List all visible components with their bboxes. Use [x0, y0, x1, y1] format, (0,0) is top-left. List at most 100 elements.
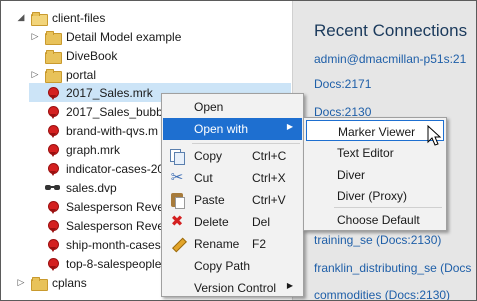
tree-item-label: graph.mrk: [66, 142, 121, 157]
tree-item-label: 2017_Sales.mrk: [66, 85, 153, 100]
submenu-item-text-editor[interactable]: Text Editor: [306, 142, 444, 163]
paste-icon: [169, 192, 185, 209]
submenu-item-label: Text Editor: [337, 146, 394, 160]
delete-icon: ✖: [170, 213, 184, 230]
tree-file[interactable]: Salesperson Reven: [29, 197, 171, 216]
menu-item-copy[interactable]: Copy Ctrl+C: [163, 145, 302, 167]
tree-item-label: sales.dvp: [66, 180, 117, 195]
menu-shortcut: Ctrl+X: [252, 171, 286, 185]
mouse-cursor-icon: [427, 125, 442, 146]
tree-item-label: ship-month-cases: [66, 237, 161, 252]
submenu-item-label: Diver: [337, 168, 366, 182]
glasses-icon: [45, 181, 61, 195]
tree-item-label: portal: [66, 67, 97, 82]
submenu-item-choose-default[interactable]: Choose Default: [306, 209, 444, 230]
submenu-item-diver-proxy[interactable]: Diver (Proxy): [306, 185, 444, 206]
tree-file[interactable]: graph.mrk: [29, 140, 120, 159]
expand-arrow-icon[interactable]: ◢: [15, 12, 27, 23]
tree-file[interactable]: Salesperson Reven: [29, 216, 171, 235]
menu-item-label: Copy: [194, 149, 223, 163]
menu-item-label: Paste: [194, 193, 225, 207]
submenu-arrow-icon: ▶: [286, 281, 293, 290]
folder-icon: [45, 30, 62, 45]
tree-item-label: Salesperson Reven: [66, 218, 171, 233]
submenu-item-label: Choose Default: [337, 213, 420, 227]
tree-folder-detail-model[interactable]: ▷ Detail Model example: [29, 27, 181, 46]
context-menu: Open Open with ▶ Copy Ctrl+C ✂ Cut Ctrl+…: [161, 93, 304, 297]
folder-icon: [45, 68, 62, 83]
menu-item-open[interactable]: Open: [163, 96, 302, 118]
menu-item-label: Open: [194, 100, 224, 114]
tree-item-label: Detail Model example: [66, 29, 182, 44]
menu-shortcut: Ctrl+V: [252, 193, 286, 207]
menu-shortcut: Ctrl+C: [252, 149, 287, 163]
tree-item-label: Salesperson Reven: [66, 199, 171, 214]
menu-item-open-with[interactable]: Open with ▶: [163, 118, 302, 140]
marker-file-icon: [45, 219, 61, 233]
tree-folder-client-files[interactable]: ◢ client-files: [15, 8, 105, 27]
tree-item-label: brand-with-qvs.m: [66, 123, 159, 138]
recent-connection-link[interactable]: commodities (Docs:2130): [314, 288, 450, 300]
tree-file[interactable]: top-8-salespeople: [29, 254, 161, 273]
tree-file[interactable]: brand-with-qvs.m: [29, 121, 158, 140]
tree-folder-portal[interactable]: ▷ portal: [29, 65, 96, 84]
tree-file[interactable]: indicator-cases-20: [29, 159, 164, 178]
menu-shortcut: Del: [252, 215, 271, 229]
menu-item-label: Open with: [194, 122, 249, 136]
recent-connection-link[interactable]: Docs:2171: [314, 77, 371, 91]
expand-arrow-icon[interactable]: ▷: [29, 69, 41, 80]
tree-item-label: cplans: [52, 275, 87, 290]
submenu-item-diver[interactable]: Diver: [306, 164, 444, 185]
expand-arrow-icon[interactable]: ▷: [29, 31, 41, 42]
open-with-submenu: Marker Viewer Text Editor Diver Diver (P…: [303, 117, 447, 231]
cut-icon: ✂: [170, 169, 184, 186]
submenu-item-label: Diver (Proxy): [337, 189, 408, 203]
menu-item-paste[interactable]: Paste Ctrl+V: [163, 189, 302, 211]
tree-file[interactable]: ship-month-cases: [29, 235, 161, 254]
marker-file-icon: [45, 86, 61, 100]
window-frame: ◢ client-files ▷ Detail Model example Di…: [0, 0, 477, 301]
tree-item-label: client-files: [52, 10, 106, 25]
marker-file-icon: [45, 162, 61, 176]
menu-item-copy-path[interactable]: Copy Path: [163, 255, 302, 277]
tree-file[interactable]: 2017_Sales_bubbl: [29, 102, 165, 121]
expand-arrow-icon[interactable]: ▷: [15, 277, 27, 288]
menu-item-cut[interactable]: ✂ Cut Ctrl+X: [163, 167, 302, 189]
recent-connection-link[interactable]: training_se (Docs:2130): [314, 233, 441, 247]
submenu-item-marker-viewer[interactable]: Marker Viewer: [306, 120, 444, 141]
menu-item-rename[interactable]: Rename F2: [163, 233, 302, 255]
recent-connections-title: Recent Connections: [314, 21, 468, 40]
marker-file-icon: [45, 105, 61, 119]
recent-connection-link[interactable]: admin@dmacmillan-p51s:21: [314, 52, 466, 66]
menu-shortcut: F2: [252, 237, 267, 251]
recent-connection-link[interactable]: franklin_distributing_se (Docs: [314, 261, 471, 275]
tree-item-label: 2017_Sales_bubbl: [66, 104, 166, 119]
menu-separator: [192, 143, 300, 144]
menu-item-label: Version Control: [194, 281, 277, 295]
tree-item-label: DiveBook: [66, 48, 118, 63]
submenu-item-label: Marker Viewer: [338, 125, 416, 139]
menu-item-version-control[interactable]: Version Control ▶: [163, 277, 302, 299]
menu-item-delete[interactable]: ✖ Delete Del: [163, 211, 302, 233]
tree-folder-divebook[interactable]: DiveBook: [29, 46, 117, 65]
tree-item-label: indicator-cases-20: [66, 161, 165, 176]
marker-file-icon: [45, 124, 61, 138]
tree-file[interactable]: sales.dvp: [29, 178, 117, 197]
marker-file-icon: [45, 257, 61, 271]
menu-item-label: Rename: [194, 237, 240, 251]
submenu-arrow-icon: ▶: [286, 122, 293, 131]
folder-icon: [45, 49, 62, 64]
marker-file-icon: [45, 238, 61, 252]
tree-item-label: top-8-salespeople: [66, 256, 162, 271]
menu-item-label: Delete: [194, 215, 229, 229]
tree-folder-cplans[interactable]: ▷ cplans: [15, 273, 87, 292]
marker-file-icon: [45, 200, 61, 214]
menu-item-label: Copy Path: [194, 259, 251, 273]
folder-open-icon: [31, 11, 48, 26]
marker-file-icon: [45, 143, 61, 157]
folder-icon: [31, 276, 48, 291]
menu-separator: [334, 207, 442, 208]
menu-item-label: Cut: [194, 171, 213, 185]
rename-icon: [169, 236, 185, 252]
copy-icon: [169, 148, 185, 165]
